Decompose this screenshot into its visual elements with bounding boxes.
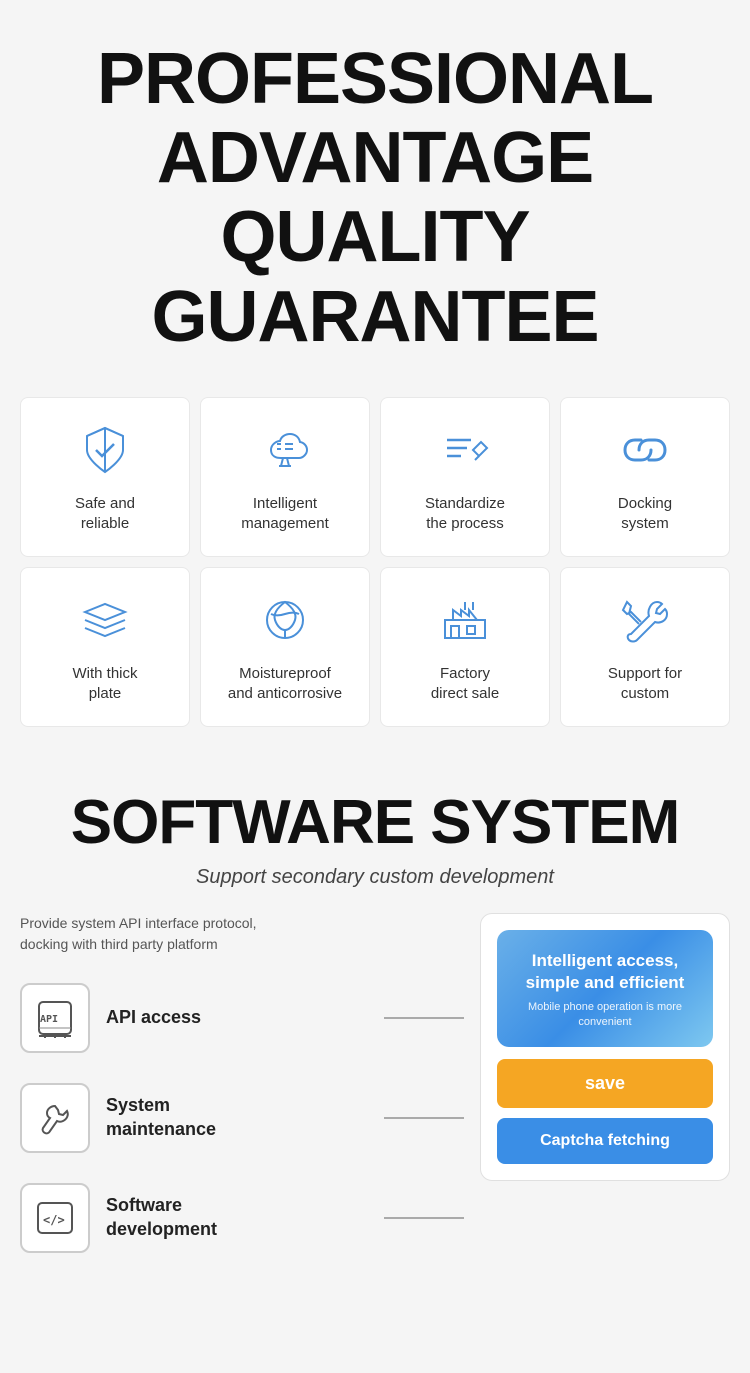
header-title: PROFESSIONAL ADVANTAGE QUALITY GUARANTEE bbox=[20, 40, 730, 357]
grid-card-safe-reliable: Safe andreliable bbox=[20, 397, 190, 557]
header-line1: PROFESSIONAL bbox=[97, 39, 653, 119]
grid-label-moistureproof: Moistureproofand anticorrosive bbox=[228, 664, 342, 703]
grid-row-1: Safe andreliable Intelligentmanagement bbox=[20, 397, 730, 557]
grid-label-safe-reliable: Safe andreliable bbox=[75, 494, 135, 533]
grid-card-standardize: Standardizethe process bbox=[380, 397, 550, 557]
software-item-label-dev: Softwaredevelopment bbox=[106, 1194, 217, 1241]
software-title: SOFTWARE SYSTEM bbox=[20, 787, 730, 858]
save-button[interactable]: save bbox=[497, 1059, 713, 1108]
right-card: Intelligent access,simple and efficient … bbox=[480, 913, 730, 1181]
grid-label-intelligent: Intelligentmanagement bbox=[241, 494, 329, 533]
grid-label-docking: Dockingsystem bbox=[618, 494, 672, 533]
software-right: Intelligent access,simple and efficient … bbox=[480, 913, 730, 1181]
software-section: SOFTWARE SYSTEM Support secondary custom… bbox=[0, 757, 750, 1303]
grid-card-custom: Support forcustom bbox=[560, 567, 730, 727]
link-icon bbox=[615, 420, 675, 480]
grid-section: Safe andreliable Intelligentmanagement bbox=[0, 387, 750, 757]
grid-label-thick-plate: With thickplate bbox=[72, 664, 137, 703]
grid-label-standardize: Standardizethe process bbox=[425, 494, 505, 533]
software-item-line-dev bbox=[384, 1217, 464, 1219]
header-section: PROFESSIONAL ADVANTAGE QUALITY GUARANTEE bbox=[0, 0, 750, 387]
captcha-button[interactable]: Captcha fetching bbox=[497, 1118, 713, 1164]
layers-icon bbox=[75, 590, 135, 650]
software-item-label-api: API access bbox=[106, 1006, 201, 1029]
phone-intelligent-label: Intelligent access,simple and efficient bbox=[513, 950, 697, 994]
grid-card-intelligent: Intelligentmanagement bbox=[200, 397, 370, 557]
software-item-api: API API access bbox=[20, 983, 464, 1053]
api-icon: API bbox=[20, 983, 90, 1053]
grid-card-thick-plate: With thickplate bbox=[20, 567, 190, 727]
grid-label-factory: Factorydirect sale bbox=[431, 664, 499, 703]
phone-mockup: Intelligent access,simple and efficient … bbox=[497, 930, 713, 1047]
software-item-label-maintenance: Systemmaintenance bbox=[106, 1094, 216, 1141]
phone-sub-label: Mobile phone operation is moreconvenient bbox=[513, 1000, 697, 1031]
header-line2: ADVANTAGE bbox=[157, 118, 593, 198]
cloud-icon bbox=[255, 420, 315, 480]
software-item-line-api bbox=[384, 1017, 464, 1019]
tools-icon bbox=[615, 590, 675, 650]
shield-icon bbox=[75, 420, 135, 480]
software-item-line-maintenance bbox=[384, 1117, 464, 1119]
software-subtitle: Support secondary custom development bbox=[20, 866, 730, 889]
header-line3: QUALITY GUARANTEE bbox=[151, 197, 598, 356]
wrench-icon bbox=[20, 1083, 90, 1153]
grid-card-docking: Dockingsystem bbox=[560, 397, 730, 557]
code-icon: </> bbox=[20, 1183, 90, 1253]
grid-label-custom: Support forcustom bbox=[608, 664, 682, 703]
svg-text:</>: </> bbox=[43, 1213, 65, 1227]
software-left: Provide system API interface protocol,do… bbox=[20, 913, 464, 1283]
leaf-icon bbox=[255, 590, 315, 650]
software-item-dev: </> Softwaredevelopment bbox=[20, 1183, 464, 1253]
software-item-maintenance: Systemmaintenance bbox=[20, 1083, 464, 1153]
grid-card-factory: Factorydirect sale bbox=[380, 567, 550, 727]
svg-text:API: API bbox=[40, 1014, 58, 1025]
grid-row-2: With thickplate Moistureproofand anticor… bbox=[20, 567, 730, 727]
software-body: Provide system API interface protocol,do… bbox=[20, 913, 730, 1283]
grid-card-moistureproof: Moistureproofand anticorrosive bbox=[200, 567, 370, 727]
document-edit-icon bbox=[435, 420, 495, 480]
software-desc: Provide system API interface protocol,do… bbox=[20, 913, 464, 955]
factory-icon bbox=[435, 590, 495, 650]
